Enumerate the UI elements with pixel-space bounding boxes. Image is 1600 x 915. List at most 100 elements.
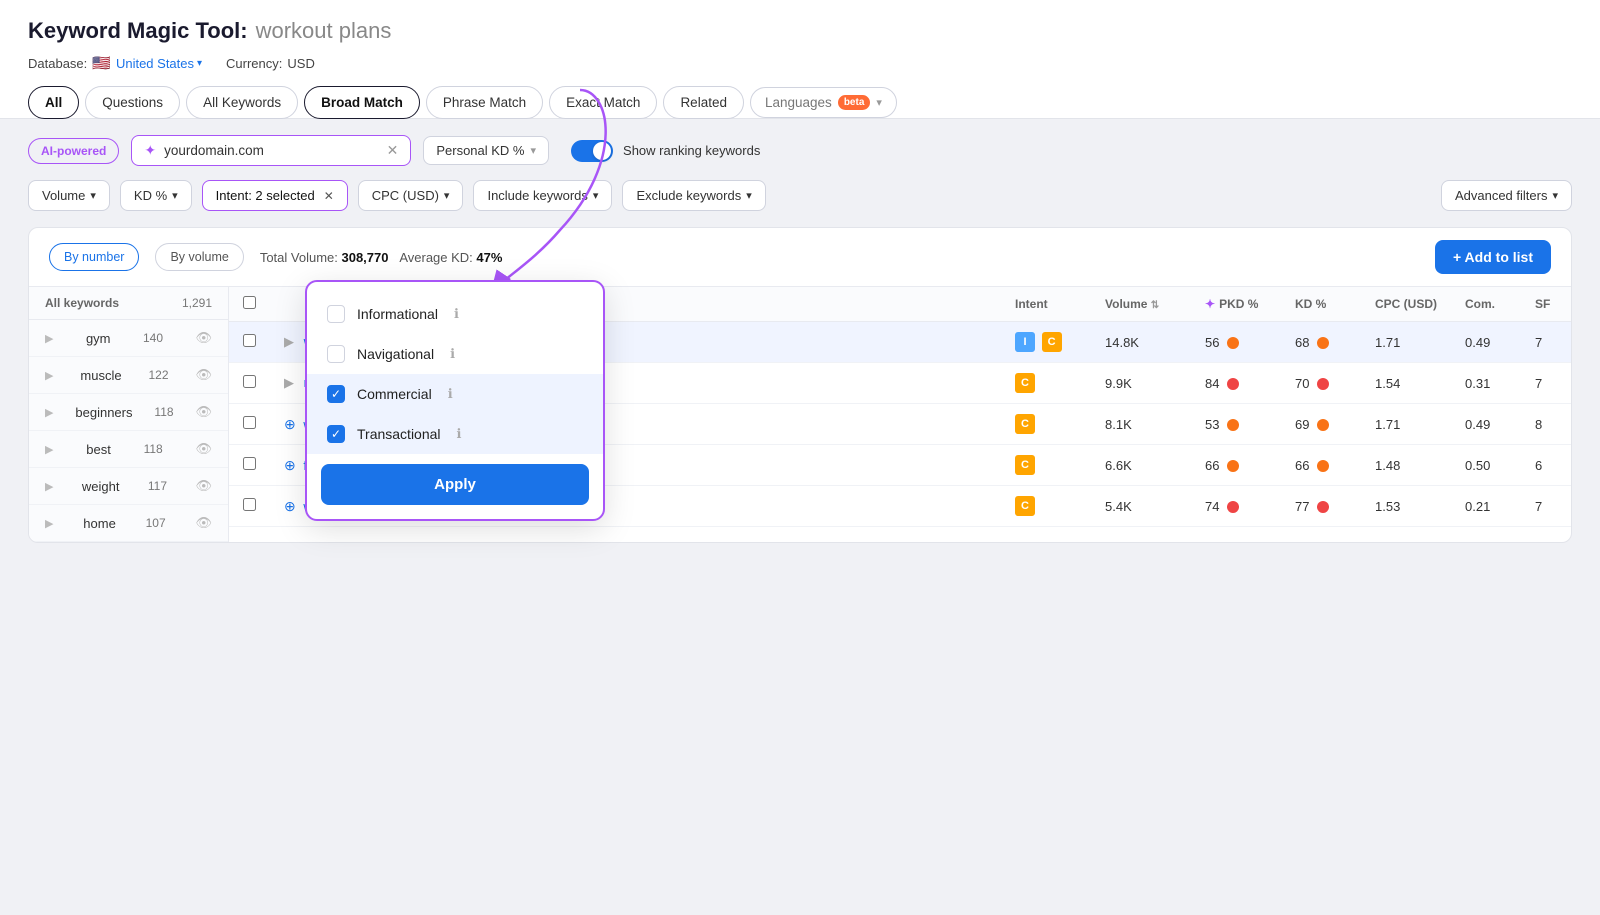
expand-icon: ▶	[45, 517, 53, 530]
include-keywords-filter[interactable]: Include keywords ▾	[473, 180, 612, 211]
exclude-keywords-filter[interactable]: Exclude keywords ▾	[622, 180, 765, 211]
chevron-down-icon: ▾	[172, 189, 178, 202]
eye-icon[interactable]: 👁	[195, 404, 212, 420]
close-icon[interactable]: ✕	[324, 189, 334, 203]
expand-icon: ▶	[45, 480, 53, 493]
toggle-knob	[593, 142, 611, 160]
info-icon: ℹ	[450, 346, 455, 362]
intent-badge-c: C	[1042, 332, 1062, 352]
domain-input[interactable]	[164, 143, 379, 158]
table-area: By number By volume Total Volume: 308,77…	[28, 227, 1572, 543]
sparkle-icon: ✦	[1205, 297, 1215, 311]
pkd-dot	[1227, 378, 1239, 390]
kd-filter[interactable]: KD % ▾	[120, 180, 192, 211]
eye-icon[interactable]: 👁	[195, 478, 212, 494]
intent-filter[interactable]: Intent: 2 selected ✕	[202, 180, 348, 211]
tab-all[interactable]: All	[28, 86, 79, 119]
cpc-cell: 1.53	[1361, 486, 1451, 527]
row-checkbox[interactable]	[243, 334, 256, 347]
sidebar-item-beginners[interactable]: ▶ beginners 118 👁	[29, 394, 228, 431]
pkd-column-header: ✦ PKD %	[1191, 287, 1281, 322]
add-to-list-button[interactable]: + Add to list	[1435, 240, 1551, 274]
intent-dropdown: Informational ℹ Navigational ℹ ✓ Commerc…	[305, 280, 605, 521]
kd-dot	[1317, 378, 1329, 390]
by-number-btn[interactable]: By number	[49, 243, 139, 271]
chevron-down-icon: ▾	[197, 58, 202, 69]
chevron-down-icon: ▾	[90, 189, 96, 202]
tab-broad-match[interactable]: Broad Match	[304, 86, 420, 119]
add-icon[interactable]: ⊕	[284, 498, 296, 514]
expand-row-icon[interactable]: ▶	[284, 334, 294, 349]
eye-icon[interactable]: 👁	[195, 515, 212, 531]
eye-icon[interactable]: 👁	[195, 367, 212, 383]
advanced-filters[interactable]: Advanced filters ▾	[1441, 180, 1572, 211]
chevron-down-icon: ▾	[444, 189, 450, 202]
commercial-checkbox[interactable]: ✓	[327, 385, 345, 403]
total-volume-info: Total Volume: 308,770 Average KD: 47%	[260, 250, 503, 265]
ai-powered-badge: AI-powered	[28, 138, 119, 164]
pkd-cell: 74	[1191, 486, 1281, 527]
volume-filter[interactable]: Volume ▾	[28, 180, 110, 211]
row-checkbox[interactable]	[243, 457, 256, 470]
intent-badge-c: C	[1015, 414, 1035, 434]
chevron-down-icon: ▾	[746, 189, 752, 202]
cpc-filter[interactable]: CPC (USD) ▾	[358, 180, 464, 211]
sf-cell: 7	[1521, 322, 1571, 363]
personal-kd-dropdown[interactable]: Personal KD % ▾	[423, 136, 549, 165]
by-volume-btn[interactable]: By volume	[155, 243, 243, 271]
com-cell: 0.49	[1451, 322, 1521, 363]
add-icon[interactable]: ⊕	[284, 416, 296, 432]
chevron-down-icon: ▾	[593, 189, 599, 202]
expand-icon: ▶	[45, 369, 53, 382]
tab-languages[interactable]: Languages beta ▾	[750, 87, 897, 118]
country-selector[interactable]: United States ▾	[116, 56, 202, 71]
pkd-cell: 66	[1191, 445, 1281, 486]
sidebar-item-best[interactable]: ▶ best 118 👁	[29, 431, 228, 468]
intent-badge-c: C	[1015, 455, 1035, 475]
tab-questions[interactable]: Questions	[85, 86, 180, 119]
expand-icon: ▶	[45, 332, 53, 345]
navigational-checkbox[interactable]	[327, 345, 345, 363]
volume-cell: 9.9K	[1091, 363, 1191, 404]
tab-all-keywords[interactable]: All Keywords	[186, 86, 298, 119]
sidebar-item-muscle[interactable]: ▶ muscle 122 👁	[29, 357, 228, 394]
pkd-cell: 56	[1191, 322, 1281, 363]
eye-icon[interactable]: 👁	[195, 330, 212, 346]
eye-icon[interactable]: 👁	[195, 441, 212, 457]
tab-related[interactable]: Related	[663, 86, 744, 119]
select-all-checkbox[interactable]	[243, 296, 256, 309]
keyword-count: 1,291	[182, 296, 212, 310]
pkd-dot	[1227, 419, 1239, 431]
row-checkbox[interactable]	[243, 375, 256, 388]
transactional-checkbox[interactable]: ✓	[327, 425, 345, 443]
sf-column-header: SF	[1521, 287, 1571, 322]
expand-icon: ▶	[45, 406, 53, 419]
tab-phrase-match[interactable]: Phrase Match	[426, 86, 543, 119]
informational-checkbox[interactable]	[327, 305, 345, 323]
dropdown-item-navigational[interactable]: Navigational ℹ	[307, 334, 603, 374]
add-icon[interactable]: ⊕	[284, 457, 296, 473]
show-ranking-toggle[interactable]	[571, 140, 613, 162]
row-checkbox[interactable]	[243, 416, 256, 429]
pkd-cell: 53	[1191, 404, 1281, 445]
apply-button[interactable]: Apply	[321, 464, 589, 505]
tab-exact-match[interactable]: Exact Match	[549, 86, 657, 119]
dropdown-item-commercial[interactable]: ✓ Commercial ℹ	[307, 374, 603, 414]
kd-dot	[1317, 337, 1329, 349]
sf-cell: 8	[1521, 404, 1571, 445]
dropdown-item-transactional[interactable]: ✓ Transactional ℹ	[307, 414, 603, 454]
sidebar-item-home[interactable]: ▶ home 107 👁	[29, 505, 228, 542]
expand-row-icon[interactable]: ▶	[284, 375, 294, 390]
volume-column-header[interactable]: Volume ⇅	[1091, 287, 1191, 322]
sidebar-item-gym[interactable]: ▶ gym 140 👁	[29, 320, 228, 357]
cpc-cell: 1.54	[1361, 363, 1451, 404]
row-checkbox[interactable]	[243, 498, 256, 511]
cpc-column-header: CPC (USD)	[1361, 287, 1451, 322]
dropdown-item-informational[interactable]: Informational ℹ	[307, 294, 603, 334]
intent-cell: C	[1001, 404, 1091, 445]
cpc-cell: 1.48	[1361, 445, 1451, 486]
sidebar-item-weight[interactable]: ▶ weight 117 👁	[29, 468, 228, 505]
pkd-dot	[1227, 501, 1239, 513]
chevron-down-icon: ▾	[876, 96, 882, 109]
clear-icon[interactable]: ✕	[387, 142, 399, 159]
